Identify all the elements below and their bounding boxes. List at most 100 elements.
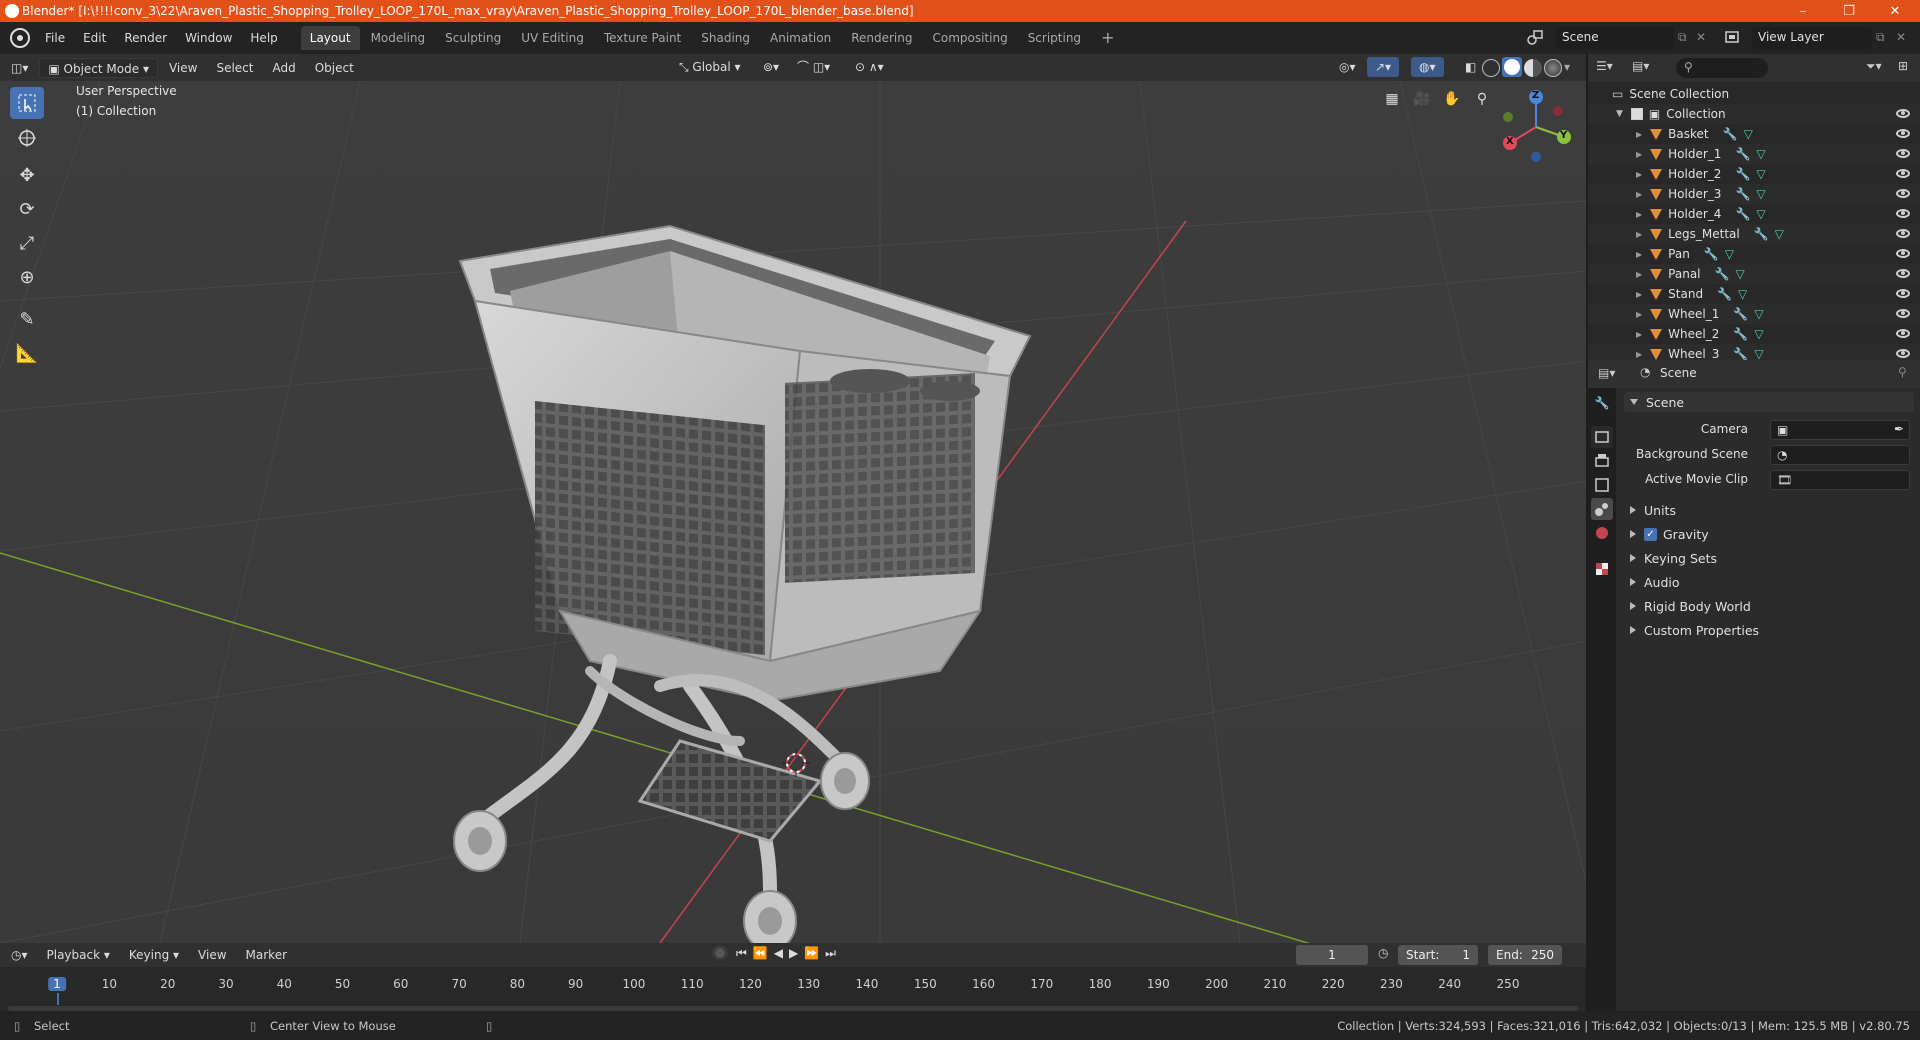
modifier-wrench-icon[interactable]: 🔧 [1735, 207, 1750, 221]
material-shading-icon[interactable] [1524, 59, 1542, 77]
mesh-data-icon[interactable]: ▽ [1756, 207, 1765, 221]
mesh-data-icon[interactable]: ▽ [1725, 247, 1734, 261]
mesh-data-icon[interactable]: ▽ [1756, 147, 1765, 161]
menu-help[interactable]: Help [241, 22, 286, 54]
tab-sculpting[interactable]: Sculpting [436, 26, 510, 50]
units-section[interactable]: Units [1624, 500, 1914, 520]
modifier-wrench-icon[interactable]: 🔧 [1733, 347, 1748, 360]
viewport-menu-view[interactable]: View [161, 58, 205, 78]
modifier-wrench-icon[interactable]: 🔧 [1733, 307, 1748, 321]
eye-icon[interactable] [1896, 269, 1910, 278]
eye-icon[interactable] [1896, 149, 1910, 158]
eye-icon[interactable] [1896, 349, 1910, 358]
menu-window[interactable]: Window [176, 22, 241, 54]
new-scene-icon[interactable]: ⧉ [1678, 30, 1687, 45]
eyedropper-icon[interactable]: ✒ [1894, 422, 1904, 436]
properties-editor-type-icon[interactable]: ▤▾ [1598, 366, 1615, 380]
menu-file[interactable]: File [36, 22, 74, 54]
expand-arrow-icon[interactable]: ▶ [1636, 290, 1642, 299]
wireframe-shading-icon[interactable] [1482, 59, 1500, 77]
tab-uv-editing[interactable]: UV Editing [512, 26, 593, 50]
menu-render[interactable]: Render [115, 22, 176, 54]
outliner-object-row[interactable]: ▶ Panal 🔧 ▽ [1588, 264, 1920, 284]
pin-icon[interactable]: ⚲ [1898, 365, 1907, 379]
eye-icon[interactable] [1896, 289, 1910, 298]
scene-panel-header[interactable]: Scene [1624, 392, 1914, 412]
outliner-object-row[interactable]: ▶ Legs_Mettal 🔧 ▽ [1588, 224, 1920, 244]
menu-edit[interactable]: Edit [74, 22, 115, 54]
editor-type-icon[interactable]: ◫▾ [3, 58, 36, 78]
transform-tool[interactable]: ⊕ [10, 261, 44, 293]
outliner-object-row[interactable]: ▶ Stand 🔧 ▽ [1588, 284, 1920, 304]
mesh-data-icon[interactable]: ▽ [1744, 127, 1753, 141]
modifier-wrench-icon[interactable]: 🔧 [1735, 147, 1750, 161]
pivot-point-icon[interactable]: ⊚▾ [755, 57, 787, 77]
annotate-tool[interactable]: ✎ [10, 303, 44, 335]
tab-compositing[interactable]: Compositing [923, 26, 1016, 50]
blender-menu-icon[interactable] [10, 28, 30, 48]
select-box-tool[interactable] [10, 87, 44, 119]
expand-arrow-icon[interactable]: ▶ [1636, 230, 1642, 239]
new-view-layer-icon[interactable]: ⧉ [1876, 30, 1885, 45]
transform-orientation-dropdown[interactable]: ⤡ Global ▾ [671, 57, 749, 77]
tab-layout[interactable]: Layout [300, 26, 360, 50]
tab-shading[interactable]: Shading [692, 26, 759, 50]
outliner-object-row[interactable]: ▶ Wheel_1 🔧 ▽ [1588, 304, 1920, 324]
solid-shading-icon[interactable] [1502, 57, 1522, 77]
proportional-edit-icon[interactable]: ⊙ ∧▾ [847, 57, 892, 77]
eye-icon[interactable] [1896, 309, 1910, 318]
expand-arrow-icon[interactable]: ▶ [1636, 170, 1642, 179]
cursor-tool[interactable] [10, 122, 44, 154]
gizmo-toggle-icon[interactable]: ↗▾ [1367, 57, 1400, 77]
outliner-object-row[interactable]: ▶ Holder_2 🔧 ▽ [1588, 164, 1920, 184]
mesh-data-icon[interactable]: ▽ [1756, 167, 1765, 181]
view-layer-tab-icon[interactable] [1591, 474, 1613, 496]
gravity-section[interactable]: ✓ Gravity [1624, 524, 1914, 544]
expand-arrow-icon[interactable]: ▶ [1636, 210, 1642, 219]
minimize-button[interactable]: – [1780, 0, 1826, 22]
timeline-menu-view[interactable]: View [190, 945, 234, 965]
object-mode-dropdown[interactable]: ▣ Object Mode ▾ [39, 57, 158, 78]
outliner-object-row[interactable]: ▶ Holder_4 🔧 ▽ [1588, 204, 1920, 224]
clock-icon[interactable]: ◷ [1378, 946, 1388, 960]
expand-arrow-icon[interactable]: ▶ [1636, 270, 1642, 279]
active-movie-clip-field[interactable]: 🎞 [1770, 470, 1910, 490]
overlays-toggle-icon[interactable]: ◍▾ [1411, 57, 1444, 77]
rendered-shading-icon[interactable] [1544, 59, 1562, 77]
modifier-wrench-icon[interactable]: 🔧 [1723, 127, 1738, 141]
timeline-editor-type-icon[interactable]: ◷▾ [3, 945, 36, 965]
tab-modeling[interactable]: Modeling [362, 26, 435, 50]
modifier-wrench-icon[interactable]: 🔧 [1754, 227, 1769, 241]
outliner-object-row[interactable]: ▶ Wheel_3 🔧 ▽ [1588, 344, 1920, 360]
render-tab-icon[interactable] [1591, 426, 1613, 448]
eye-icon[interactable] [1896, 249, 1910, 258]
camera-view-icon[interactable]: 🎥 [1408, 85, 1436, 113]
expand-arrow-icon[interactable]: ▶ [1636, 150, 1642, 159]
record-icon[interactable] [712, 945, 728, 961]
modifier-wrench-icon[interactable]: 🔧 [1704, 247, 1719, 261]
eye-icon[interactable] [1896, 169, 1910, 178]
playback-controls[interactable]: ⏮⏪◀▶⏩⏭ [736, 946, 842, 961]
pan-view-icon[interactable]: ✋ [1438, 85, 1466, 113]
mesh-data-icon[interactable]: ▽ [1735, 267, 1744, 281]
eye-icon[interactable] [1896, 209, 1910, 218]
shading-options-icon[interactable]: ▾ [1564, 60, 1570, 74]
eye-icon[interactable] [1896, 229, 1910, 238]
camera-field[interactable]: ▣ ✒ [1770, 420, 1910, 440]
expand-arrow-icon[interactable]: ▶ [1636, 130, 1642, 139]
audio-section[interactable]: Audio [1624, 572, 1914, 592]
timeline-menu-keying[interactable]: Keying ▾ [121, 945, 187, 965]
scale-tool[interactable]: ⤢ [10, 227, 44, 259]
expand-arrow-icon[interactable]: ▶ [1636, 250, 1642, 259]
scene-selector[interactable]: Scene [1556, 27, 1674, 49]
custom-properties-section[interactable]: Custom Properties [1624, 620, 1914, 640]
xray-toggle-icon[interactable]: ◧ [1457, 57, 1484, 77]
delete-view-layer-icon[interactable]: ✕ [1896, 30, 1906, 44]
outliner-object-row[interactable]: ▶ Holder_3 🔧 ▽ [1588, 184, 1920, 204]
rotate-tool[interactable]: ⟳ [10, 193, 44, 225]
outliner-object-row[interactable]: ▶ Basket 🔧 ▽ [1588, 124, 1920, 144]
measure-tool[interactable]: 📐 [10, 337, 44, 369]
current-frame-field[interactable]: 1 [1296, 945, 1368, 965]
timeline-area[interactable] [0, 967, 1586, 1011]
modifier-wrench-icon[interactable]: 🔧 [1735, 187, 1750, 201]
